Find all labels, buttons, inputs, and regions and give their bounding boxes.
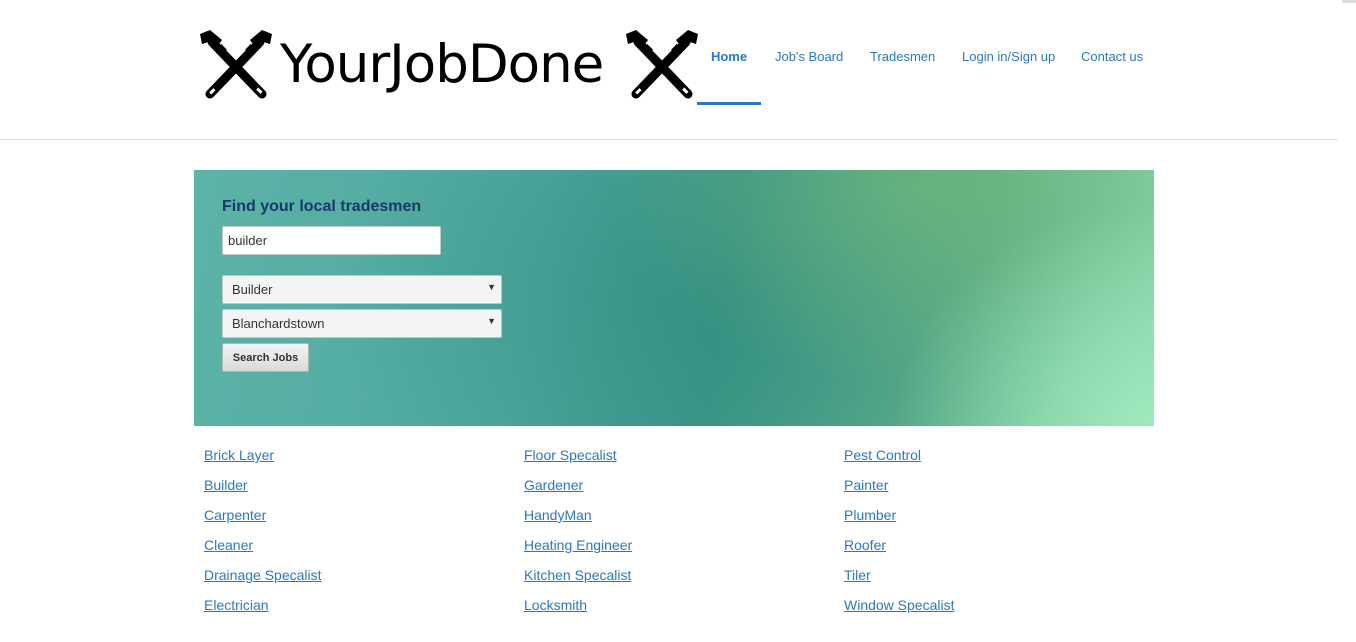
crossed-wrenches-icon: [626, 30, 698, 99]
nav-login-signup[interactable]: Login in/Sign up: [962, 40, 1055, 106]
scrollbar[interactable]: [1342, 0, 1356, 3]
nav-jobs-board[interactable]: Job's Board: [775, 40, 843, 106]
nav-tradesmen[interactable]: Tradesmen: [870, 40, 935, 106]
area-select-value: Blanchardstown: [232, 316, 325, 331]
trade-select[interactable]: Builder ▼: [222, 275, 502, 304]
caret-down-icon: ▼: [487, 316, 496, 326]
trades-column-2: Floor Specalist Gardener HandyMan Heatin…: [524, 446, 824, 626]
trade-link[interactable]: Tiler: [844, 566, 1144, 596]
trade-link[interactable]: Gardener: [524, 476, 824, 506]
crossed-wrenches-icon: [200, 30, 272, 99]
trade-link[interactable]: Painter: [844, 476, 1144, 506]
trade-link[interactable]: Roofer: [844, 536, 1144, 566]
search-hero: Find your local tradesmen Builder ▼ Blan…: [194, 170, 1154, 426]
search-jobs-button[interactable]: Search Jobs: [222, 343, 309, 372]
trades-column-1: Brick Layer Builder Carpenter Cleaner Dr…: [204, 446, 504, 626]
trade-link[interactable]: Heating Engineer: [524, 536, 824, 566]
site-header: YourJobDone Home Job's Board Tradesmen L…: [0, 0, 1338, 140]
nav-contact-us[interactable]: Contact us: [1081, 40, 1143, 106]
trades-column-3: Pest Control Painter Plumber Roofer Tile…: [844, 446, 1144, 626]
trade-link[interactable]: Carpenter: [204, 506, 504, 536]
trade-link[interactable]: Plumber: [844, 506, 1144, 536]
trade-link[interactable]: Builder: [204, 476, 504, 506]
nav-home[interactable]: Home: [697, 40, 761, 106]
trade-link[interactable]: Floor Specalist: [524, 446, 824, 476]
trade-link[interactable]: Cleaner: [204, 536, 504, 566]
area-select[interactable]: Blanchardstown ▼: [222, 309, 502, 338]
trade-link[interactable]: Electrician: [204, 596, 504, 626]
trade-link[interactable]: HandyMan: [524, 506, 824, 536]
trade-link[interactable]: Brick Layer: [204, 446, 504, 476]
trade-link[interactable]: Kitchen Specalist: [524, 566, 824, 596]
trade-link[interactable]: Locksmith: [524, 596, 824, 626]
search-input[interactable]: [222, 226, 441, 255]
trade-link[interactable]: Window Specalist: [844, 596, 1144, 626]
caret-down-icon: ▼: [487, 282, 496, 292]
trade-link[interactable]: Pest Control: [844, 446, 1144, 476]
trade-select-value: Builder: [232, 282, 273, 297]
trade-link[interactable]: Drainage Specalist: [204, 566, 504, 596]
logo-text: YourJobDone: [280, 34, 604, 95]
site-logo[interactable]: YourJobDone: [196, 28, 706, 104]
nav-active-indicator: [697, 102, 761, 105]
hero-title: Find your local tradesmen: [222, 198, 422, 215]
